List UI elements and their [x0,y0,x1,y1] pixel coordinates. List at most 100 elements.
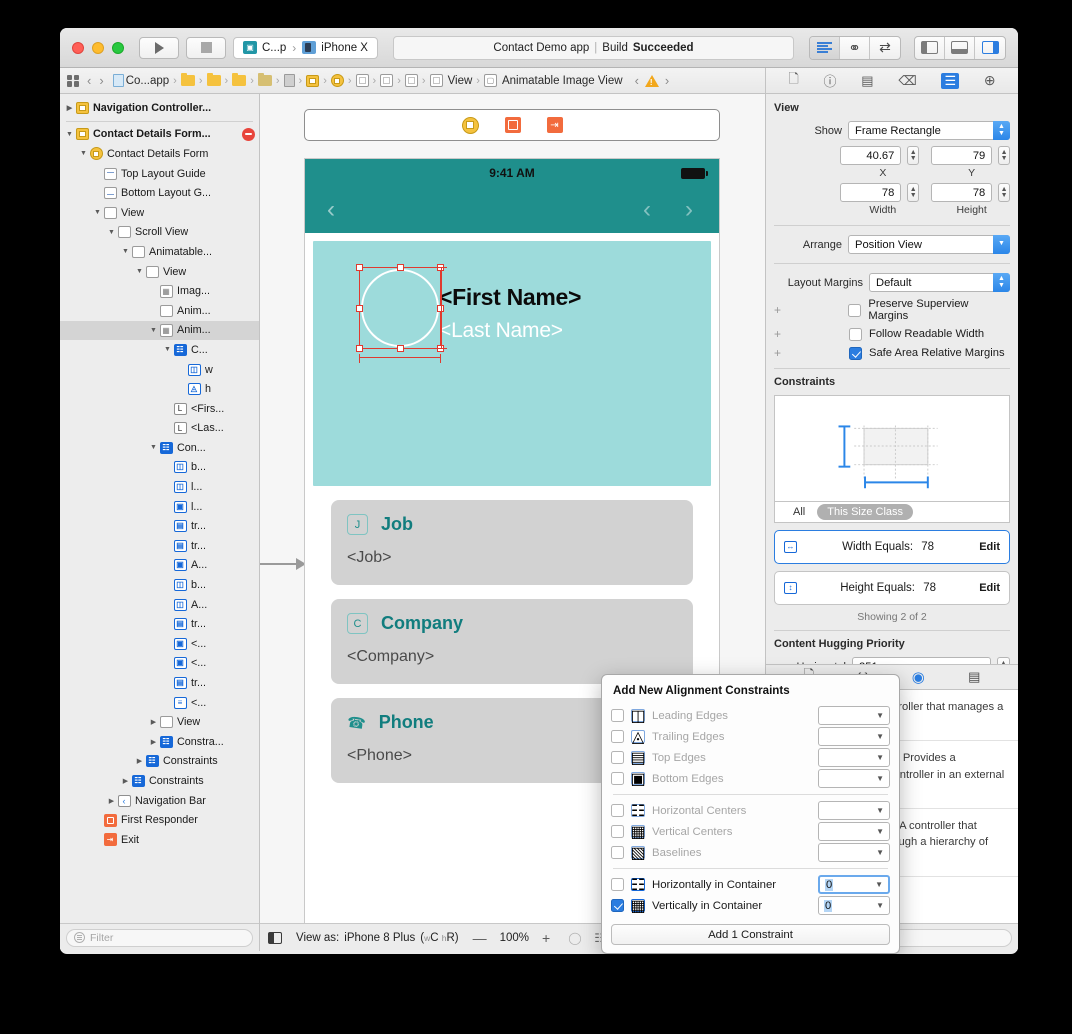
disclosure-triangle-open-icon[interactable]: ▼ [106,229,117,236]
image-view-icon[interactable]: ▢ [483,74,497,87]
outline-row[interactable]: ≡ <... [60,693,259,713]
width-field[interactable]: 78 [840,183,902,202]
outline-row[interactable]: L <Las... [60,419,259,439]
outline-row[interactable]: ▤ tr... [60,614,259,634]
add-constraint-button[interactable]: Add 1 Constraint [611,924,890,945]
width-stepper[interactable]: ▲ ▼ [907,183,920,202]
size-class-traits[interactable]: (wwCC hR) [420,932,458,944]
nav-next-icon[interactable]: › [685,198,693,222]
resize-handle-tm[interactable] [397,264,404,271]
arrange-popup[interactable]: Position View ▼ [848,235,1010,254]
outline-tree[interactable]: ▶ Navigation Controller... ▼ Contact Detail… [60,94,259,923]
outline-row[interactable]: ▤ tr... [60,516,259,536]
outline-row[interactable]: ▶ View [60,712,259,732]
alignment-value-dropdown[interactable]: ▼ [818,843,890,862]
y-field[interactable]: 79 [931,146,993,165]
outline-row[interactable]: First Responder [60,810,259,830]
alignment-checkbox[interactable] [611,751,624,764]
outline-row[interactable]: ▶ ☷ Constra... [60,732,259,752]
alignment-checkbox[interactable] [611,846,624,859]
zoom-button[interactable] [112,41,124,54]
folder-grey-icon[interactable] [257,73,272,86]
disclosure-triangle-open-icon[interactable]: ▼ [120,248,131,255]
view-icon[interactable] [429,74,443,87]
folder-icon[interactable] [206,73,221,86]
outline-row[interactable]: ▶ ☷ Constraints [60,771,259,791]
first-responder-icon[interactable] [504,117,521,133]
y-stepper[interactable]: ▲ ▼ [998,146,1011,165]
inspector-content[interactable]: View Show Frame Rectangle ▲ ▼ 40.67 ▲ ▼ 79 [766,94,1018,664]
alignment-constraint-row[interactable]: ▧ Baselines ▼ [611,842,890,863]
width-constraint-indicator[interactable] [359,354,442,363]
outline-row[interactable]: ▤ tr... [60,536,259,556]
alignment-checkbox[interactable] [611,772,624,785]
assistant-editor-button[interactable]: ⚭ [840,36,870,59]
exit-icon[interactable]: ⇥ [546,117,563,133]
constraint-row-width[interactable]: ↔ Width Equals: 78 Edit [774,530,1010,564]
show-popup[interactable]: Frame Rectangle ▲ ▼ [848,121,1010,140]
outline-row[interactable]: ▼ View [60,203,259,223]
alignment-checkbox[interactable] [611,878,624,891]
scheme-selector[interactable]: ▣ C...p › iPhone X [233,36,378,59]
outline-row[interactable]: ◫ A... [60,595,259,615]
outline-row[interactable]: ▼ View [60,262,259,282]
height-field[interactable]: 78 [931,183,993,202]
alignment-constraint-row[interactable]: ☷ Horizontally in Container 0 ▼ [611,874,890,895]
warning-prev-button[interactable]: ‹ [635,73,639,88]
alignment-constraint-row[interactable]: ☷ Horizontal Centers ▼ [611,800,890,821]
navigator-filter-input[interactable]: Filter [66,928,253,947]
add-variation-icon[interactable]: + [774,303,783,317]
toggle-inspector-button[interactable] [975,37,1005,59]
alignment-checkbox[interactable] [611,899,624,912]
outline-row[interactable]: ▼ ☷ C... [60,340,259,360]
file-inspector-icon[interactable]: 🗋 [788,70,798,92]
standard-editor-button[interactable] [810,36,840,59]
view-controller-icon[interactable] [330,74,344,87]
alignment-checkbox[interactable] [611,825,624,838]
x-field[interactable]: 40.67 [840,146,902,165]
alignment-constraint-row[interactable]: ▦ Vertically in Container 0 ▼ [611,895,890,916]
related-items-icon[interactable] [67,74,79,87]
folder-icon[interactable] [180,73,195,86]
update-frames-icon[interactable]: ◯ [568,931,583,945]
add-variation-icon[interactable]: + [774,346,783,360]
alignment-value-dropdown[interactable]: ▼ [818,748,890,767]
disclosure-triangle-open-icon[interactable]: ▼ [92,209,103,216]
layout-margin-checkbox[interactable] [849,327,862,341]
outline-row[interactable]: ◬ h [60,379,259,399]
height-constraint-indicator[interactable] [438,267,447,350]
close-button[interactable] [72,41,84,54]
layout-margins-popup[interactable]: Default ▲ ▼ [869,273,1010,292]
disclosure-triangle-open-icon[interactable]: ▼ [148,327,159,334]
attributes-inspector-icon[interactable]: ⌫ [898,73,916,89]
nav-back-icon[interactable]: ‹ [327,198,335,222]
forward-button[interactable]: › [99,73,103,88]
layout-margin-checkbox[interactable] [849,346,862,360]
alignment-value-dropdown[interactable]: 0 ▼ [818,896,890,915]
disclosure-triangle-closed-icon[interactable]: ▶ [120,777,131,785]
toggle-document-outline-icon[interactable] [268,931,282,944]
resize-handle-bl[interactable] [356,345,363,352]
stop-button[interactable] [186,36,226,59]
outline-row[interactable]: ▣ A... [60,556,259,576]
disclosure-triangle-closed-icon[interactable]: ▶ [134,757,145,765]
object-library-icon[interactable]: ◉ [912,668,925,686]
alignment-constraint-row[interactable]: ▦ Vertical Centers ▼ [611,821,890,842]
outline-row[interactable]: Top Layout Guide [60,164,259,184]
view-icon[interactable] [404,74,418,87]
outline-row[interactable]: ◫ b... [60,575,259,595]
outline-row[interactable]: ▼ ☷ Con... [60,438,259,458]
hugging-horizontal-combo[interactable]: 251 ▼ [852,657,991,664]
zoom-in-button[interactable]: + [542,930,550,946]
identity-inspector-icon[interactable]: ▤ [861,73,873,89]
x-stepper[interactable]: ▲ ▼ [907,146,920,165]
show-stepper-icon[interactable]: ▲ ▼ [993,121,1010,140]
editor-mode-segmented-control[interactable]: ⚭ ⇄ [809,35,901,60]
alignment-value-dropdown[interactable]: ▼ [818,822,890,841]
form-card[interactable]: J Job <Job> [331,500,693,585]
outline-row[interactable]: ▼ Animatable... [60,242,259,262]
disclosure-triangle-open-icon[interactable]: ▼ [64,131,75,138]
quick-help-icon[interactable]: ⓘ [824,71,837,90]
card-value[interactable]: <Job> [347,549,677,567]
alignment-constraint-row[interactable]: ▤ Top Edges ▼ [611,747,890,768]
